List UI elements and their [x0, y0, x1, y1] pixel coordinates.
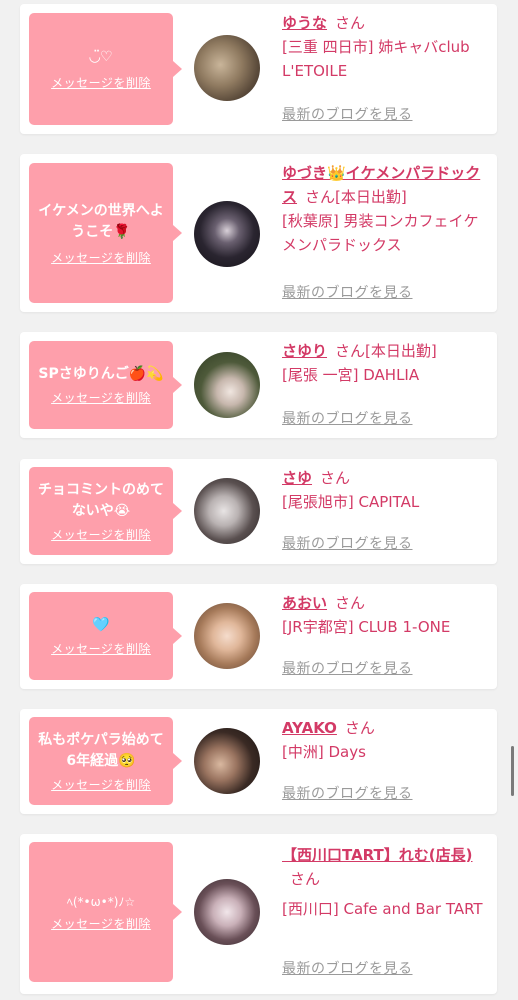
message-text: ◡̈♡ — [89, 49, 113, 65]
delete-message-link[interactable]: メッセージを削除 — [51, 640, 151, 657]
avatar[interactable] — [194, 478, 260, 544]
avatar[interactable] — [194, 35, 260, 101]
profile-info: AYAKO さん [中洲] Days — [282, 716, 488, 764]
avatar[interactable] — [194, 728, 260, 794]
delete-message-link[interactable]: メッセージを削除 — [51, 776, 151, 793]
honorific: さん — [335, 594, 366, 612]
view-latest-blog-link[interactable]: 最新のブログを見る — [282, 533, 413, 553]
shop-name: [西川口] Cafe and Bar TART — [282, 900, 483, 918]
message-bubble: ◡̈♡ メッセージを削除 — [29, 13, 182, 125]
shop-name: [中洲] Days — [282, 743, 366, 761]
delete-message-link[interactable]: メッセージを削除 — [51, 526, 151, 543]
view-latest-blog-link[interactable]: 最新のブログを見る — [282, 658, 413, 678]
message-text: チョコミントのめてないや😭 — [38, 481, 164, 519]
message-text: 🩵 — [92, 617, 110, 633]
message-bubble: 🩵 メッセージを削除 — [29, 592, 182, 680]
delete-message-link[interactable]: メッセージを削除 — [51, 74, 151, 91]
profile-info: ゆづき👑イケメンパラドックス さん[本日出勤] [秋葉原] 男装コンカフェイケメン… — [282, 161, 488, 257]
honorific: さん — [290, 870, 321, 888]
message-card: イケメンの世界へようこそ🌹 メッセージを削除 ゆづき👑イケメンパラドックス さん[… — [20, 154, 497, 312]
profile-info: さゆ さん [尾張旭市] CAPITAL — [282, 466, 488, 514]
message-bubble: ﾍ(*•ω•*)ﾉ☆ メッセージを削除 — [29, 842, 182, 982]
delete-message-link[interactable]: メッセージを削除 — [51, 389, 151, 406]
message-card: 🩵 メッセージを削除 あおい さん [JR宇都宮] CLUB 1-ONE 最新のブ… — [20, 584, 497, 689]
profile-info: 【西川口TART】れむ(店長) さん [西川口] Cafe and Bar TAR… — [282, 843, 488, 921]
shop-name: [秋葉原] 男装コンカフェイケメンパラドックス — [282, 212, 479, 254]
shop-name: [JR宇都宮] CLUB 1-ONE — [282, 618, 451, 636]
profile-info: さゆり さん[本日出勤] [尾張 一宮] DAHLIA — [282, 339, 488, 387]
view-latest-blog-link[interactable]: 最新のブログを見る — [282, 783, 413, 803]
view-latest-blog-link[interactable]: 最新のブログを見る — [282, 958, 413, 978]
message-bubble: 私もポケパラ始めて6年経過🥺 メッセージを削除 — [29, 717, 182, 805]
profile-info: ゆうな さん [三重 四日市] 姉キャバclub L'ETOILE — [282, 11, 488, 83]
message-card: チョコミントのめてないや😭 メッセージを削除 さゆ さん [尾張旭市] CAPIT… — [20, 459, 497, 564]
message-text: ﾍ(*•ω•*)ﾉ☆ — [66, 895, 136, 909]
honorific: さん — [344, 719, 375, 737]
status-badge: [本日出勤] — [335, 188, 407, 206]
honorific: さん — [320, 469, 351, 487]
message-text: SPさゆりんご🍎💫 — [38, 366, 164, 382]
message-card: ◡̈♡ メッセージを削除 ゆうな さん [三重 四日市] 姉キャバclub L'E… — [20, 4, 497, 134]
profile-info: あおい さん [JR宇都宮] CLUB 1-ONE — [282, 591, 488, 639]
view-latest-blog-link[interactable]: 最新のブログを見る — [282, 282, 413, 302]
avatar[interactable] — [194, 879, 260, 945]
message-card: ﾍ(*•ω•*)ﾉ☆ メッセージを削除 【西川口TART】れむ(店長) さん [西… — [20, 834, 497, 994]
message-card: 私もポケパラ始めて6年経過🥺 メッセージを削除 AYAKO さん [中洲] Day… — [20, 709, 497, 814]
message-card: SPさゆりんご🍎💫 メッセージを削除 さゆり さん[本日出勤] [尾張 一宮] D… — [20, 332, 497, 438]
cast-name-link[interactable]: さゆり — [282, 342, 327, 360]
shop-name: [尾張旭市] CAPITAL — [282, 493, 420, 511]
cast-name-link[interactable]: さゆ — [282, 469, 312, 487]
shop-name: [三重 四日市] 姉キャバclub L'ETOILE — [282, 38, 470, 80]
view-latest-blog-link[interactable]: 最新のブログを見る — [282, 408, 413, 428]
delete-message-link[interactable]: メッセージを削除 — [51, 915, 151, 932]
status-badge: [本日出勤] — [365, 342, 437, 360]
honorific: さん — [305, 188, 336, 206]
avatar[interactable] — [194, 603, 260, 669]
message-bubble: イケメンの世界へようこそ🌹 メッセージを削除 — [29, 163, 182, 303]
cast-name-link[interactable]: ゆうな — [282, 14, 327, 32]
honorific: さん — [335, 342, 366, 360]
message-bubble: SPさゆりんご🍎💫 メッセージを削除 — [29, 341, 182, 429]
cast-name-link[interactable]: AYAKO — [282, 719, 337, 737]
scrollbar[interactable] — [511, 746, 514, 796]
message-bubble: チョコミントのめてないや😭 メッセージを削除 — [29, 467, 182, 555]
message-text: 私もポケパラ始めて6年経過🥺 — [38, 731, 164, 769]
cast-name-link[interactable]: 【西川口TART】れむ(店長) — [282, 846, 473, 864]
avatar[interactable] — [194, 352, 260, 418]
delete-message-link[interactable]: メッセージを削除 — [51, 249, 151, 266]
cast-name-link[interactable]: あおい — [282, 594, 327, 612]
view-latest-blog-link[interactable]: 最新のブログを見る — [282, 104, 413, 124]
avatar[interactable] — [194, 201, 260, 267]
honorific: さん — [335, 14, 366, 32]
message-text: イケメンの世界へようこそ🌹 — [38, 202, 164, 240]
shop-name: [尾張 一宮] DAHLIA — [282, 366, 420, 384]
